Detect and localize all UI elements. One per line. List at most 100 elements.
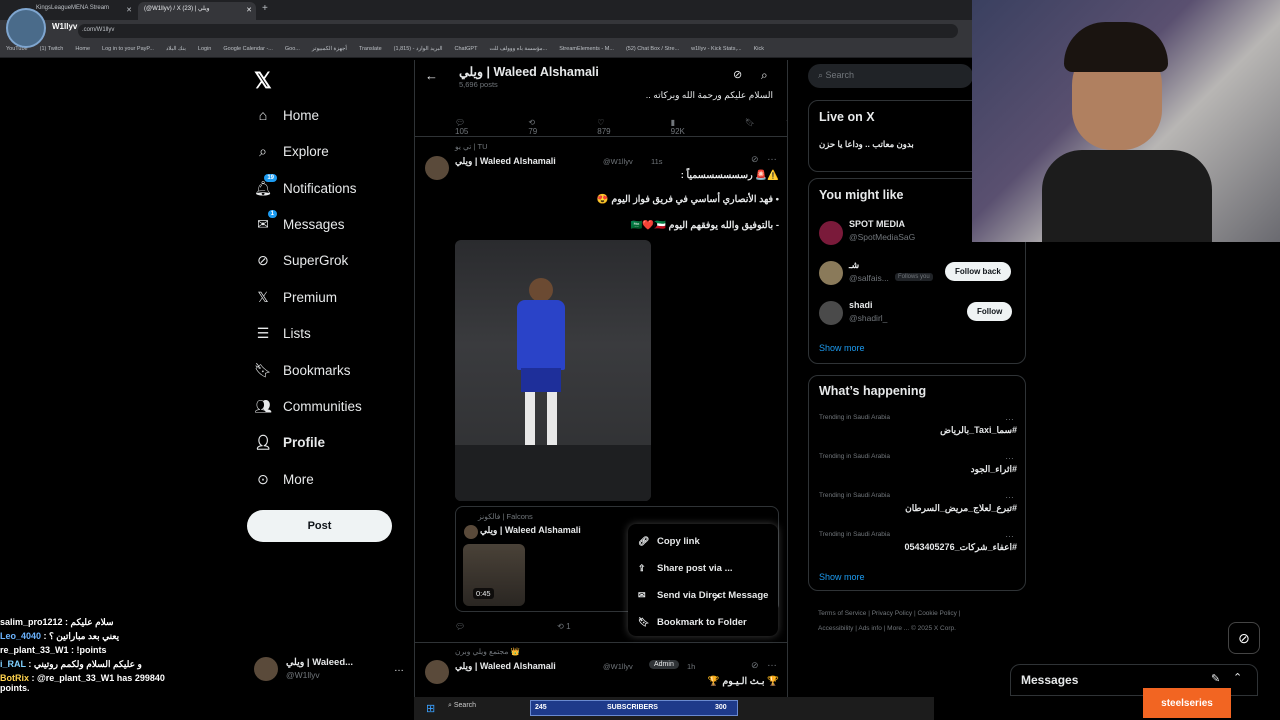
bookmark[interactable]: بنك البلاد <box>166 46 186 52</box>
close-tab-icon[interactable]: ✕ <box>246 6 252 14</box>
browser-tab-active[interactable]: (@W1llyv) / X (23) | ويلي ✕ <box>138 2 256 20</box>
avatar <box>464 525 478 539</box>
user-name[interactable]: SPOT MEDIA <box>849 219 905 229</box>
views-button[interactable]: ▮ 92K <box>671 118 715 136</box>
more-dots-icon[interactable]: … <box>1005 490 1014 500</box>
tweet-time[interactable]: 1h <box>687 662 695 671</box>
new-tab-icon[interactable]: + <box>262 3 268 14</box>
menu-item-share-via[interactable]: ⇪ Share post via ... <box>628 555 778 582</box>
trend-name[interactable]: #اعفاء_شركات_0543405276 <box>819 542 1017 553</box>
trend-name[interactable]: #اثراء_الجود <box>819 464 1017 475</box>
footer-link[interactable]: Ads info <box>858 625 882 632</box>
nav-premium[interactable]: 𝕏 Premium <box>254 283 337 311</box>
show-more-link[interactable]: Show more <box>819 343 865 353</box>
nav-bookmarks[interactable]: 🔖︎ Bookmarks <box>254 356 350 384</box>
bookmark[interactable]: w1llyv - Kick Stats,... <box>691 46 741 52</box>
compose-message-icon[interactable]: ✎ <box>1211 672 1220 685</box>
bookmark-icon: 🔖︎ <box>254 361 272 378</box>
more-dots-icon[interactable]: … <box>1005 529 1014 539</box>
tweet-author[interactable]: ويلي | Waleed Alshamali <box>455 156 556 167</box>
share-icon[interactable]: ⇪ <box>785 118 787 136</box>
nav-profile[interactable]: 👤︎ Profile <box>254 428 325 456</box>
avatar[interactable] <box>819 301 843 325</box>
live-item[interactable]: بدون معاتب .. وداعا يا حزن <box>819 139 914 150</box>
grok-icon[interactable]: ⊘ <box>751 154 759 165</box>
footer-link[interactable]: Accessibility <box>818 625 853 632</box>
browser-tab[interactable]: KingsLeagueMENA Stream ✕ <box>30 2 136 20</box>
grok-icon[interactable]: ⊘ <box>1228 622 1260 654</box>
search-input[interactable]: ⌕ Search <box>808 64 973 88</box>
account-switcher[interactable]: ويلي | Waleed... @W1llyv … <box>254 655 404 685</box>
windows-start-icon[interactable]: ⊞ <box>426 702 435 715</box>
x-logo-icon[interactable]: 𝕏 <box>254 68 272 94</box>
bookmark[interactable]: Kick <box>754 46 764 52</box>
tweet-time[interactable]: 11s <box>651 157 663 166</box>
nav-messages[interactable]: ✉ 1 Messages <box>254 210 345 238</box>
more-dots-icon[interactable]: … <box>767 658 777 669</box>
trend-name[interactable]: #سما_Taxi_بالرياض <box>819 425 1017 436</box>
nav-notifications[interactable]: 🔔︎ 19 Notifications <box>254 174 357 202</box>
user-name[interactable]: shadi <box>849 300 873 310</box>
bookmark[interactable]: StreamElements - M... <box>559 46 614 52</box>
bookmark[interactable]: (52) Chat Box / Stre... <box>626 46 679 52</box>
sub-count: 245 <box>535 704 547 711</box>
repost-button[interactable]: ⟲ 79 <box>528 118 567 136</box>
avatar[interactable] <box>819 261 843 285</box>
footer-link[interactable]: More ... <box>887 625 909 632</box>
nav-explore[interactable]: ⌕ Explore <box>254 137 329 165</box>
bookmark[interactable]: أجهزة الكمبيوتر <box>312 46 347 52</box>
menu-item-send-dm[interactable]: ✉ Send via Direct Message <box>628 582 778 609</box>
nav-home[interactable]: ⌂ Home <box>254 101 319 129</box>
search-icon[interactable]: ⌕ <box>761 68 768 83</box>
menu-item-copy-link[interactable]: 🔗︎ Copy link <box>628 528 778 555</box>
more-dots-icon[interactable]: … <box>1005 451 1014 461</box>
repost-button[interactable]: ⟲ 1 <box>557 622 600 631</box>
bookmark[interactable]: البريد الوارد - (1,815) <box>394 46 443 52</box>
like-button[interactable]: ♡ 879 <box>597 118 640 136</box>
menu-item-bookmark-folder[interactable]: 🔖︎ Bookmark to Folder <box>628 609 778 636</box>
nav-lists[interactable]: ☰ Lists <box>254 319 311 347</box>
tweet-photo[interactable] <box>455 240 651 501</box>
account-handle: @W1llyv <box>286 670 320 680</box>
avatar[interactable] <box>819 221 843 245</box>
community-context: فالكونز | Falcons <box>478 512 533 521</box>
follow-button[interactable]: Follow <box>967 302 1013 321</box>
footer-link[interactable]: Terms of Service <box>818 610 866 617</box>
follow-back-button[interactable]: Follow back <box>945 262 1011 281</box>
footer-link[interactable]: Privacy Policy <box>872 610 912 617</box>
bookmark[interactable]: Google Calendar -... <box>223 46 273 52</box>
taskbar-search-label: Search <box>453 702 477 709</box>
whats-happening-panel: What’s happening Trending in Saudi Arabi… <box>808 375 1026 591</box>
close-tab-icon[interactable]: ✕ <box>126 6 132 14</box>
nav-communities[interactable]: 👥︎ Communities <box>254 392 362 420</box>
chevron-up-icon[interactable]: ⌃ <box>1233 671 1242 684</box>
grok-icon[interactable]: ⊘ <box>733 68 742 81</box>
more-dots-icon[interactable]: … <box>767 152 777 163</box>
reply-button[interactable]: 💬︎ 105 <box>455 118 498 136</box>
taskbar-search[interactable]: ⌕ Search <box>448 702 476 710</box>
bookmark[interactable]: (1) Twitch <box>40 46 64 52</box>
post-button[interactable]: Post <box>247 510 392 542</box>
quote-video-thumbnail[interactable]: 0:45 <box>463 544 525 606</box>
bookmark[interactable]: ChatGPT <box>455 46 478 52</box>
nav-supergrok[interactable]: ⊘ SuperGrok <box>254 246 348 274</box>
bookmark[interactable]: Home <box>75 46 90 52</box>
bookmark[interactable]: مؤسسة باه ووولف للت... <box>489 46 547 52</box>
bookmark[interactable]: Translate <box>359 46 382 52</box>
tweet-line: 🏆 بـث الـيـوم 🏆 <box>707 676 779 687</box>
url-field[interactable]: .com/W1llyv <box>78 24 958 38</box>
nav-more[interactable]: ⊙ More <box>254 465 314 493</box>
trend-name[interactable]: #تبرع_لعلاج_مريض_السرطان <box>819 503 1017 514</box>
tweet-author[interactable]: ويلي | Waleed Alshamali <box>455 661 556 672</box>
footer-link[interactable]: Cookie Policy <box>918 610 957 617</box>
back-arrow-icon[interactable]: ← <box>425 68 438 83</box>
show-more-link[interactable]: Show more <box>819 572 865 582</box>
bookmark[interactable]: Login <box>198 46 211 52</box>
user-name[interactable]: شـ <box>849 260 859 271</box>
more-dots-icon[interactable]: … <box>1005 412 1014 422</box>
bookmark[interactable]: Log in to your PayP... <box>102 46 154 52</box>
grok-icon[interactable]: ⊘ <box>751 660 759 671</box>
reply-button[interactable]: 💬︎ <box>455 622 495 631</box>
bookmark[interactable]: Goo... <box>285 46 300 52</box>
bookmark-icon[interactable]: 🔖︎ <box>745 118 755 136</box>
